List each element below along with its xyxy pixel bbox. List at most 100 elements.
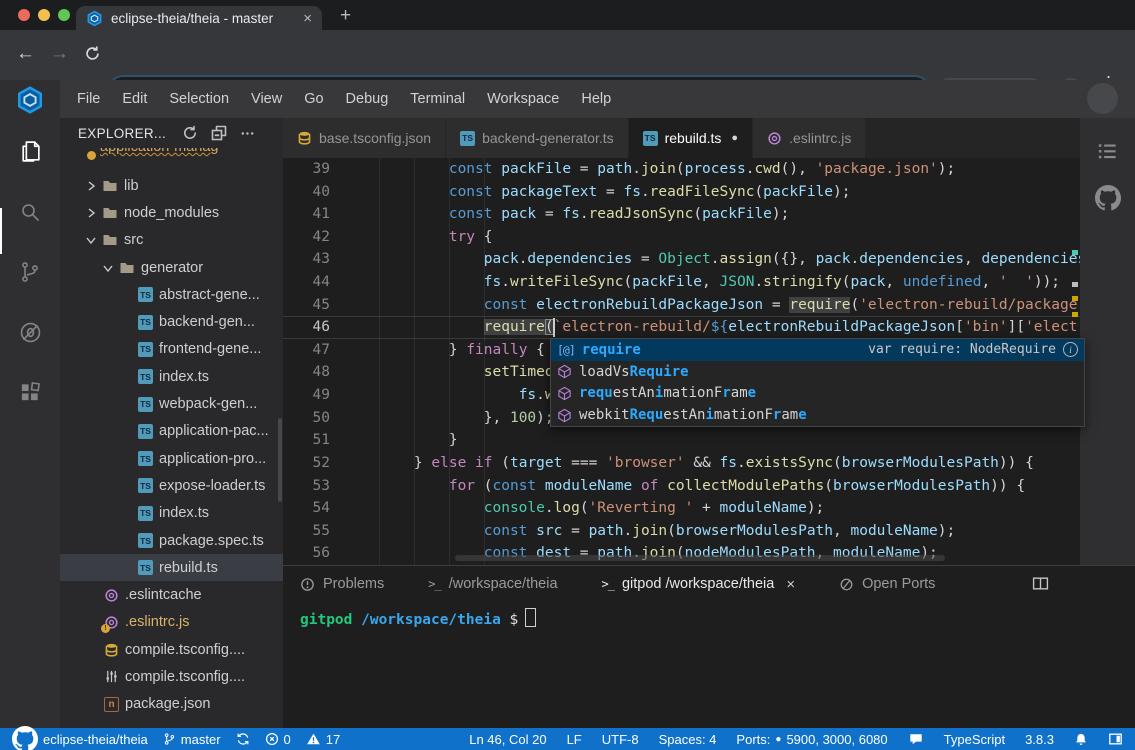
status-item-master[interactable]: master	[163, 732, 221, 747]
menu-edit[interactable]: Edit	[111, 91, 158, 107]
terminal-prompt[interactable]: gitpod /workspace/theia $	[300, 608, 536, 628]
suggest-item[interactable]: loadVsRequire	[551, 361, 1084, 383]
code-line-53[interactable]: 53 for (const moduleName of collectModul…	[283, 475, 1080, 498]
activity-search[interactable]	[18, 200, 42, 224]
browser-tab[interactable]: eclipse-theia/theia - master ×	[76, 6, 322, 30]
tree-item-lib[interactable]: lib	[60, 172, 283, 199]
tree-item-application-pro...[interactable]: TSapplication-pro...	[60, 445, 283, 472]
explorer-title: EXPLORER...	[78, 126, 166, 141]
tree-item-package.json[interactable]: npackage.json	[60, 691, 283, 718]
editor-tab-base.tsconfig.json[interactable]: base.tsconfig.json	[283, 118, 446, 158]
tree-item-compile.tsconfig....[interactable]: compile.tsconfig....	[60, 663, 283, 690]
zoom-window-button[interactable]	[58, 9, 70, 21]
panel-tab-gitpod-workspace-theia[interactable]: >_gitpod /workspace/theia×	[602, 576, 796, 593]
reload-button[interactable]	[84, 45, 101, 62]
status-item-eclipse-theia-theia[interactable]: eclipse-theia/theia	[12, 726, 148, 750]
split-terminal-icon[interactable]	[1032, 575, 1049, 592]
activity-files[interactable]	[18, 139, 43, 164]
panel-tab-Open-Ports[interactable]: Open Ports	[839, 576, 935, 592]
menu-view[interactable]: View	[240, 91, 293, 107]
code-line-43[interactable]: 43 pack.dependencies = Object.assign({},…	[283, 248, 1080, 271]
tree-item-webpack-gen...[interactable]: TSwebpack-gen...	[60, 390, 283, 417]
new-tab-button[interactable]: +	[340, 5, 351, 27]
explorer-action-refresh[interactable]	[182, 125, 198, 141]
code-line-45[interactable]: 45 const electronRebuildPackageJson = re…	[283, 294, 1080, 317]
suggest-item[interactable]: webkitRequestAnimationFrame	[551, 404, 1084, 426]
tree-item-backend-gen...[interactable]: TSbackend-gen...	[60, 308, 283, 335]
gitpod-logo-icon[interactable]	[15, 85, 45, 115]
status-item-3-8-3[interactable]: 3.8.3	[1025, 732, 1054, 747]
menu-debug[interactable]: Debug	[335, 91, 400, 107]
tree-item-.eslintcache[interactable]: .eslintcache	[60, 581, 283, 608]
status-item-chat[interactable]	[908, 732, 924, 746]
panel-tab-Problems[interactable]: Problems	[300, 576, 384, 592]
explorer-action-collapse[interactable]	[211, 125, 227, 141]
status-item-0[interactable]: 0	[265, 732, 291, 747]
forward-button[interactable]: →	[50, 43, 69, 65]
status-item-layout[interactable]	[1108, 732, 1123, 746]
tree-item-node-modules[interactable]: node_modules	[60, 199, 283, 226]
status-item-spaces-4[interactable]: Spaces: 4	[659, 732, 717, 747]
activity-git[interactable]	[18, 260, 42, 284]
code-line-41[interactable]: 41 const pack = fs.readJsonSync(packFile…	[283, 203, 1080, 226]
activity-extensions[interactable]	[19, 381, 42, 404]
tree-item-index.ts[interactable]: TSindex.ts	[60, 500, 283, 527]
status-item-typescript[interactable]: TypeScript	[944, 732, 1005, 747]
status-item-17[interactable]: 17	[306, 732, 340, 747]
status-item-ln-46-col-20[interactable]: Ln 46, Col 20	[469, 732, 546, 747]
code-line-51[interactable]: 51 }	[283, 429, 1080, 452]
close-window-button[interactable]	[18, 9, 30, 21]
code-line-39[interactable]: 39 const packFile = path.join(process.cw…	[283, 158, 1080, 181]
code-line-55[interactable]: 55 const src = path.join(browserModulesP…	[283, 520, 1080, 543]
tab-close-icon[interactable]: ×	[303, 11, 312, 26]
eslint-file-icon	[104, 588, 119, 603]
code-line-52[interactable]: 52 } else if (target === 'browser' && fs…	[283, 452, 1080, 475]
sidebar-scrollbar[interactable]	[278, 418, 282, 502]
status-item-lf[interactable]: LF	[567, 732, 582, 747]
menu-go[interactable]: Go	[293, 91, 334, 107]
tree-item-application-pac...[interactable]: TSapplication-pac...	[60, 418, 283, 445]
code-line-46[interactable]: 46 require(`electron-rebuild/${electronR…	[283, 316, 1080, 339]
code-line-42[interactable]: 42 try {	[283, 226, 1080, 249]
tree-item-package.spec.ts[interactable]: TSpackage.spec.ts	[60, 527, 283, 554]
code-line-54[interactable]: 54 console.log('Reverting ' + moduleName…	[283, 497, 1080, 520]
tree-item-clipped[interactable]: application-manag	[60, 148, 283, 168]
status-item-5900-3000-6080[interactable]: Ports:●5900, 3000, 6080	[736, 732, 887, 747]
menu-help[interactable]: Help	[570, 91, 622, 107]
tree-item-.eslintrc.js[interactable]: !.eslintrc.js	[60, 609, 283, 636]
suggest-item[interactable]: requestAnimationFrame	[551, 383, 1084, 405]
tree-item-frontend-gene...[interactable]: TSfrontend-gene...	[60, 336, 283, 363]
menu-terminal[interactable]: Terminal	[399, 91, 476, 107]
status-item-utf-8[interactable]: UTF-8	[602, 732, 639, 747]
tree-item-src[interactable]: src	[60, 227, 283, 254]
editor-horizontal-scrollbar[interactable]	[455, 555, 945, 561]
editor-tab-.eslintrc.js[interactable]: .eslintrc.js	[753, 118, 866, 158]
code-line-56[interactable]: 56 const dest = path.join(nodeModulesPat…	[283, 542, 1080, 565]
info-icon[interactable]: i	[1063, 342, 1078, 357]
activity-debug-off[interactable]	[18, 320, 43, 345]
close-icon[interactable]: ×	[786, 576, 795, 593]
tree-item-expose-loader.ts[interactable]: TSexpose-loader.ts	[60, 472, 283, 499]
editor-tab-rebuild.ts[interactable]: TSrebuild.ts●	[629, 118, 753, 158]
code-line-40[interactable]: 40 const packageText = fs.readFileSync(p…	[283, 181, 1080, 204]
editor-tab-backend-generator.ts[interactable]: TSbackend-generator.ts	[446, 118, 629, 158]
status-item-bell[interactable]	[1074, 732, 1088, 747]
tree-item-generator[interactable]: generator	[60, 254, 283, 281]
tree-item-rebuild.ts[interactable]: TSrebuild.ts	[60, 554, 283, 581]
menu-file[interactable]: File	[66, 91, 111, 107]
panel-tab--workspace-theia[interactable]: >_/workspace/theia	[428, 576, 557, 592]
status-item-sync[interactable]	[236, 732, 250, 746]
rightbar-outline[interactable]	[1096, 140, 1119, 163]
menu-workspace[interactable]: Workspace	[476, 91, 570, 107]
tree-item-index.ts[interactable]: TSindex.ts	[60, 363, 283, 390]
user-avatar[interactable]	[1087, 83, 1118, 114]
minimize-window-button[interactable]	[38, 9, 50, 21]
tree-item-compile.tsconfig....[interactable]: compile.tsconfig....	[60, 636, 283, 663]
rightbar-github[interactable]	[1095, 185, 1121, 211]
explorer-action-more[interactable]	[240, 125, 255, 141]
back-button[interactable]: ←	[16, 43, 35, 65]
suggest-item[interactable]: [@]requirevar require: NodeRequirei	[551, 339, 1084, 361]
code-line-44[interactable]: 44 fs.writeFileSync(packFile, JSON.strin…	[283, 271, 1080, 294]
menu-selection[interactable]: Selection	[158, 91, 240, 107]
tree-item-abstract-gene...[interactable]: TSabstract-gene...	[60, 281, 283, 308]
